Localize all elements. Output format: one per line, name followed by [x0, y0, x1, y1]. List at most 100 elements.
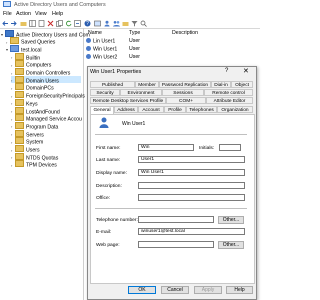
- telephone-label: Telephone number:: [96, 218, 138, 223]
- forward-arrow-icon[interactable]: [10, 20, 17, 27]
- dialog-help-button[interactable]: ?: [225, 68, 228, 74]
- tab-attribute-editor[interactable]: Attribute Editor: [206, 97, 253, 104]
- email-field[interactable]: winuser1@test.local: [138, 228, 245, 235]
- properties-icon[interactable]: [38, 20, 45, 27]
- list-item[interactable]: Lin User1: [86, 38, 115, 45]
- tree-item[interactable]: › LostAndFound: [11, 106, 81, 115]
- tab-profile[interactable]: Profile: [164, 106, 186, 113]
- tab-object[interactable]: Object: [231, 81, 253, 88]
- help-icon[interactable]: ?: [84, 20, 91, 27]
- tree-item[interactable]: › Computers: [11, 60, 81, 69]
- folder-icon: [15, 121, 24, 129]
- tree-item[interactable]: › DomainPCs: [11, 83, 81, 92]
- cancel-button[interactable]: Cancel: [161, 286, 189, 294]
- tab-organization[interactable]: Organization: [217, 106, 253, 113]
- new-group-icon[interactable]: [113, 20, 120, 27]
- tab-password-replication[interactable]: Password Replication: [159, 81, 211, 88]
- tab-telephones[interactable]: Telephones: [186, 106, 217, 113]
- tree-item[interactable]: › Domain Users: [11, 75, 81, 84]
- office-field[interactable]: [138, 194, 245, 201]
- office-label: Office:: [96, 196, 111, 201]
- user-icon: [86, 54, 91, 59]
- tab-published-certificates[interactable]: Published Certificates: [90, 81, 135, 95]
- tree-item[interactable]: › Program Data: [11, 121, 81, 130]
- tab-member-of[interactable]: Member Of: [135, 81, 159, 95]
- tab-sessions[interactable]: Sessions: [162, 89, 204, 96]
- list-item[interactable]: Win User1: [86, 46, 117, 53]
- tab-security[interactable]: Security: [90, 89, 120, 96]
- display-name-field[interactable]: Win User1: [138, 169, 245, 176]
- column-header-type[interactable]: Type: [129, 30, 140, 36]
- export-list-icon[interactable]: [74, 20, 81, 27]
- tree-item[interactable]: › Saved Queries: [6, 37, 81, 46]
- tree-item[interactable]: › System: [11, 137, 81, 146]
- folder-icon: [15, 60, 24, 68]
- copy-icon[interactable]: [56, 20, 63, 27]
- ok-button[interactable]: OK: [128, 286, 156, 294]
- initials-field[interactable]: [219, 144, 241, 151]
- list-item-type: User: [129, 54, 140, 60]
- show-tree-icon[interactable]: [29, 20, 36, 27]
- menu-help[interactable]: Help: [52, 11, 63, 17]
- menu-action[interactable]: Action: [16, 11, 31, 17]
- user-icon: [86, 46, 91, 51]
- tree-item[interactable]: ▾ test.local: [6, 44, 81, 53]
- email-label: E-mail:: [96, 230, 112, 235]
- filter-icon[interactable]: [131, 20, 138, 27]
- tree-item[interactable]: › Managed Service Accou: [11, 114, 82, 123]
- tree-item[interactable]: › Builtin: [11, 52, 81, 61]
- dialog-close-button[interactable]: ✕: [243, 67, 249, 75]
- find-icon[interactable]: [140, 20, 147, 27]
- display-name-label: Display name:: [96, 171, 127, 176]
- menu-file[interactable]: File: [3, 11, 12, 17]
- web-page-other-button[interactable]: Other...: [218, 240, 244, 249]
- new-user-icon[interactable]: [104, 20, 111, 27]
- telephone-other-button[interactable]: Other...: [218, 215, 244, 224]
- delete-icon[interactable]: [47, 20, 54, 27]
- tree-item[interactable]: › Domain Controllers: [11, 68, 81, 77]
- column-header-description[interactable]: Description: [172, 30, 198, 36]
- folder-icon: [15, 137, 24, 145]
- folder-icon: [15, 106, 24, 114]
- separator: [95, 134, 247, 135]
- column-header-name[interactable]: Name: [88, 30, 102, 36]
- dialog-title: Win User1 Properties: [90, 69, 142, 75]
- list-item[interactable]: Win User2: [86, 54, 117, 61]
- telephone-field[interactable]: [138, 216, 214, 223]
- tab-environment[interactable]: Environment: [120, 89, 162, 96]
- tree-item[interactable]: › Keys: [11, 98, 81, 107]
- description-field[interactable]: [138, 182, 245, 189]
- folder-icon: [15, 160, 24, 168]
- last-name-field[interactable]: User1: [138, 156, 245, 163]
- separator: [95, 208, 247, 209]
- display-name-header: Win User1: [122, 121, 146, 127]
- apply-button[interactable]: Apply: [194, 286, 222, 294]
- tab-remote-control[interactable]: Remote control: [204, 89, 253, 96]
- tab-address[interactable]: Address: [114, 106, 138, 113]
- console-icon[interactable]: [94, 20, 101, 27]
- folder-icon: [15, 75, 24, 83]
- new-ou-icon[interactable]: [122, 20, 129, 27]
- first-name-field[interactable]: Win: [138, 144, 194, 151]
- tree-item[interactable]: › Users: [11, 145, 81, 154]
- tab-general[interactable]: General: [90, 106, 114, 114]
- web-page-field[interactable]: [138, 241, 214, 248]
- tab-account[interactable]: Account: [138, 106, 164, 113]
- help-button[interactable]: Help: [226, 286, 253, 294]
- menu-view[interactable]: View: [35, 11, 47, 17]
- tree-item[interactable]: › Servers: [11, 129, 81, 138]
- description-label: Description:: [96, 184, 122, 189]
- tab-dial-in[interactable]: Dial-in: [211, 81, 231, 88]
- tree-item[interactable]: ▾ Active Directory Users and Com: [1, 29, 90, 38]
- tree-item[interactable]: › TPM Devices: [11, 160, 81, 169]
- tab-remote-desktop-services-profile[interactable]: Remote Desktop Services Profile: [90, 97, 166, 104]
- back-arrow-icon[interactable]: [2, 20, 9, 27]
- console-root-icon: [5, 29, 14, 37]
- refresh-icon[interactable]: [65, 20, 72, 27]
- tree-item[interactable]: › ForeignSecurityPrincipals: [11, 91, 85, 100]
- tab-com-plus[interactable]: COM+: [166, 97, 206, 104]
- user-avatar-icon: [99, 117, 109, 128]
- up-folder-icon[interactable]: [20, 20, 27, 27]
- tree-item[interactable]: › NTDS Quotas: [11, 152, 81, 161]
- svg-text:?: ?: [86, 21, 89, 27]
